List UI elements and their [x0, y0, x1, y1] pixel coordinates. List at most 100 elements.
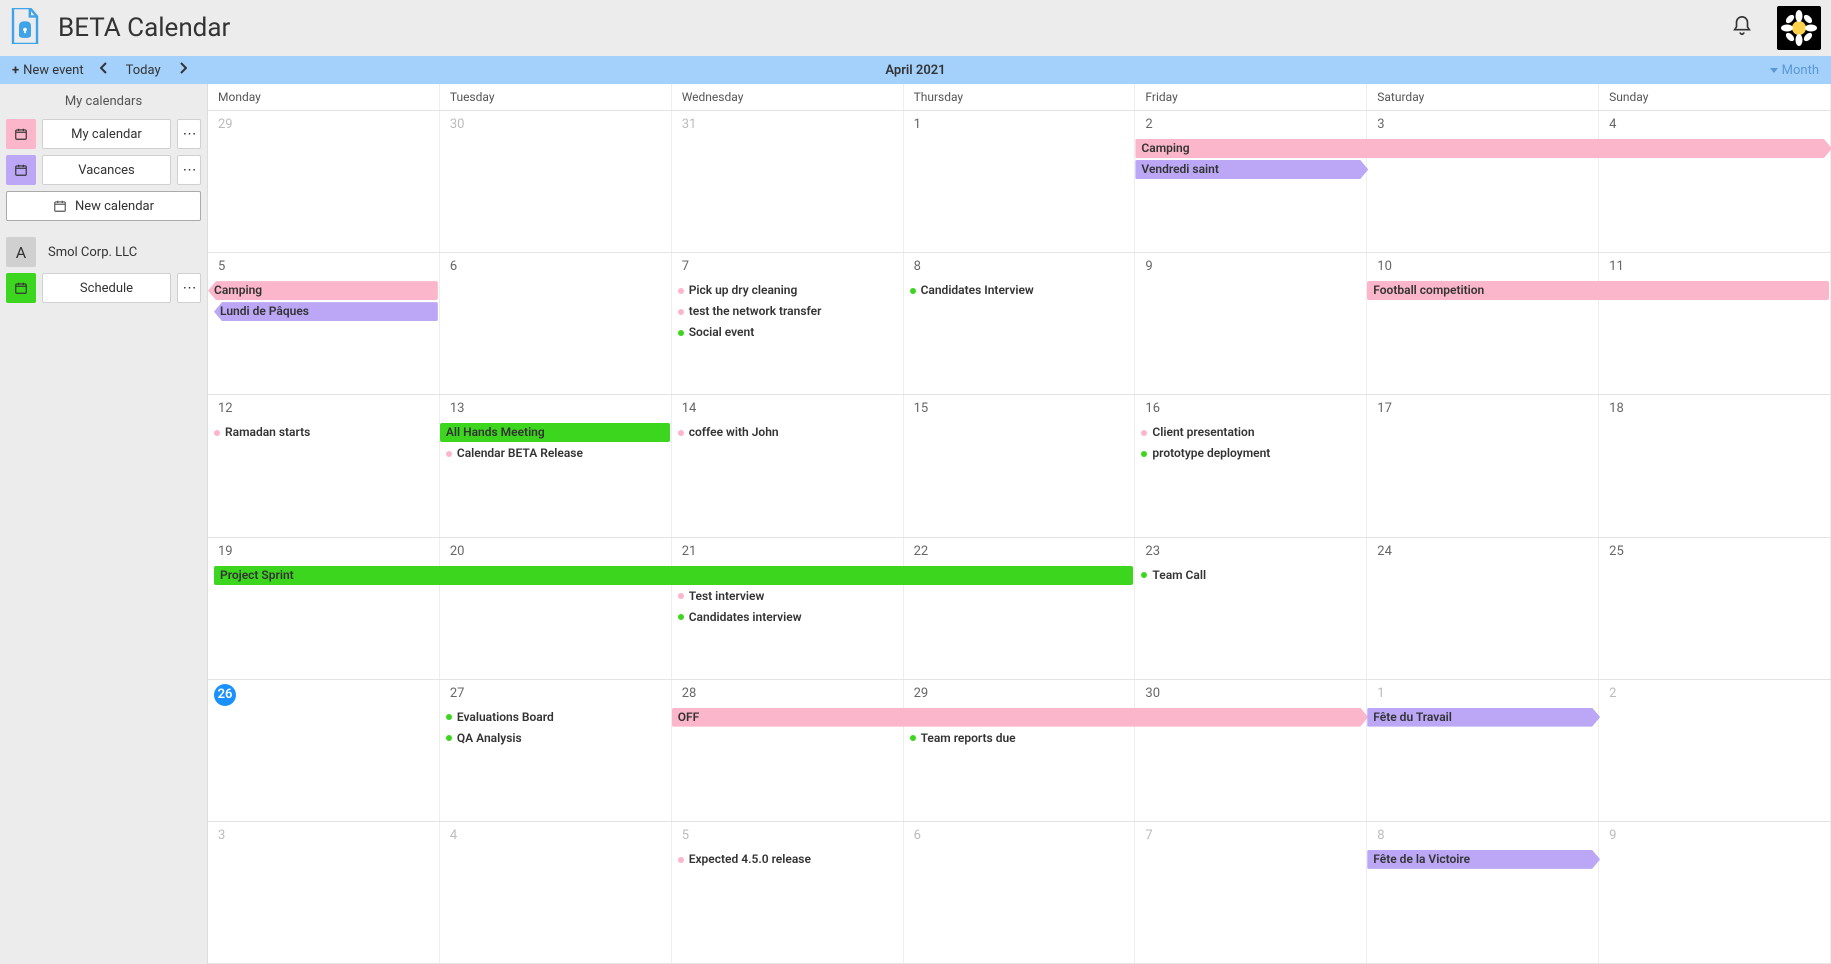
day-cell[interactable]: 15 — [904, 395, 1136, 536]
event-bar[interactable]: Project Sprint — [214, 566, 1133, 585]
event-dot[interactable]: Social event — [672, 323, 902, 342]
new-event-button[interactable]: + New event — [6, 63, 90, 78]
event-dot[interactable]: Team Call — [1135, 566, 1365, 585]
new-calendar-button[interactable]: New calendar — [6, 191, 201, 221]
day-cell[interactable]: 1 — [904, 111, 1136, 252]
notifications-icon[interactable] — [1731, 15, 1753, 41]
calendar-add-icon — [53, 199, 67, 213]
day-cell[interactable]: 23 — [1135, 538, 1367, 679]
day-cell[interactable]: 20 — [440, 538, 672, 679]
day-cell[interactable]: 3 — [208, 822, 440, 963]
day-number: 7 — [1145, 828, 1152, 843]
day-number: 28 — [682, 686, 697, 701]
event-dot[interactable]: Candidates Interview — [904, 281, 1134, 300]
day-number: 1 — [914, 117, 921, 132]
next-button[interactable] — [169, 62, 197, 78]
day-number: 22 — [914, 544, 929, 559]
event-bar[interactable]: OFF — [672, 708, 1369, 727]
avatar[interactable] — [1777, 6, 1821, 50]
event-dot[interactable]: Ramadan starts — [208, 423, 438, 442]
day-cell[interactable]: 6 — [904, 822, 1136, 963]
view-switch[interactable]: Month — [1764, 63, 1825, 78]
day-cell[interactable]: 10 — [1367, 253, 1599, 394]
day-cell[interactable]: 14 — [672, 395, 904, 536]
day-cell[interactable]: 13 — [440, 395, 672, 536]
event-bar[interactable]: Fête de la Victoire — [1367, 850, 1600, 869]
event-dot[interactable]: coffee with John — [672, 423, 902, 442]
calendar-color-swatch[interactable] — [6, 155, 36, 185]
day-cell[interactable]: 31 — [672, 111, 904, 252]
day-cell[interactable]: 3 — [1367, 111, 1599, 252]
day-number: 13 — [450, 401, 465, 416]
day-cell[interactable]: 5 — [672, 822, 904, 963]
day-cell[interactable]: 9 — [1599, 822, 1831, 963]
day-header-cell: Thursday — [904, 84, 1136, 110]
today-button[interactable]: Today — [118, 63, 169, 78]
day-cell[interactable]: 26 — [208, 680, 440, 821]
sidebar: My calendars My calendar⋯Vacances⋯ New c… — [0, 84, 207, 964]
day-cell[interactable]: 12 — [208, 395, 440, 536]
event-dot[interactable]: QA Analysis — [440, 729, 670, 748]
calendar-name-button[interactable]: Schedule — [42, 273, 171, 303]
day-cell[interactable]: 8 — [1367, 822, 1599, 963]
event-dot[interactable]: Team reports due — [904, 729, 1134, 748]
event-bar[interactable]: Camping — [208, 281, 438, 300]
day-number: 30 — [1145, 686, 1160, 701]
event-bar[interactable]: Vendredi saint — [1135, 160, 1368, 179]
day-cell[interactable]: 19 — [208, 538, 440, 679]
calendar-menu-button[interactable]: ⋯ — [177, 155, 201, 185]
day-cell[interactable]: 4 — [1599, 111, 1831, 252]
event-bar[interactable]: Fête du Travail — [1367, 708, 1600, 727]
event-dot[interactable]: Test interview — [672, 587, 902, 606]
event-dot[interactable]: Client presentation — [1135, 423, 1365, 442]
day-cell[interactable]: 29 — [904, 680, 1136, 821]
calendar-color-swatch[interactable] — [6, 119, 36, 149]
event-dot[interactable]: Candidates interview — [672, 608, 902, 627]
day-number: 25 — [1609, 544, 1624, 559]
event-bar[interactable]: All Hands Meeting — [440, 423, 670, 442]
event-bar[interactable]: Camping — [1135, 139, 1831, 158]
day-cell[interactable]: 1 — [1367, 680, 1599, 821]
day-cell[interactable]: 2 — [1135, 111, 1367, 252]
day-cell[interactable]: 4 — [440, 822, 672, 963]
event-dot[interactable]: prototype deployment — [1135, 444, 1365, 463]
day-cell[interactable]: 22 — [904, 538, 1136, 679]
day-cell[interactable]: 8 — [904, 253, 1136, 394]
event-bar[interactable]: Lundi de Pâques — [214, 302, 438, 321]
day-cell[interactable]: 11 — [1599, 253, 1831, 394]
day-cell[interactable]: 5 — [208, 253, 440, 394]
day-number: 6 — [914, 828, 921, 843]
day-cell[interactable]: 9 — [1135, 253, 1367, 394]
day-cell[interactable]: 27 — [440, 680, 672, 821]
calendar-color-swatch[interactable] — [6, 273, 36, 303]
day-cell[interactable]: 30 — [1135, 680, 1367, 821]
day-number: 1 — [1377, 686, 1384, 701]
event-dot[interactable]: test the network transfer — [672, 302, 902, 321]
day-number: 5 — [682, 828, 689, 843]
calendar-menu-button[interactable]: ⋯ — [177, 273, 201, 303]
day-cell[interactable]: 25 — [1599, 538, 1831, 679]
day-cell[interactable]: 7 — [1135, 822, 1367, 963]
day-cell[interactable]: 2 — [1599, 680, 1831, 821]
day-cell[interactable]: 16 — [1135, 395, 1367, 536]
day-number: 24 — [1377, 544, 1392, 559]
event-dot[interactable]: Calendar BETA Release — [440, 444, 670, 463]
event-bar[interactable]: Football competition — [1367, 281, 1829, 300]
prev-button[interactable] — [90, 62, 118, 78]
day-cell[interactable]: 24 — [1367, 538, 1599, 679]
day-number: 9 — [1609, 828, 1616, 843]
event-dot[interactable]: Pick up dry cleaning — [672, 281, 902, 300]
week-row: 345 6 7 89 Expected 4.5.0 release Fête de la … — [208, 822, 1831, 964]
day-number: 2 — [1145, 117, 1152, 132]
day-cell[interactable]: 17 — [1367, 395, 1599, 536]
calendar-menu-button[interactable]: ⋯ — [177, 119, 201, 149]
day-cell[interactable]: 30 — [440, 111, 672, 252]
day-cell[interactable]: 6 — [440, 253, 672, 394]
day-cell[interactable]: 29 — [208, 111, 440, 252]
calendar-name-button[interactable]: My calendar — [42, 119, 171, 149]
day-cell[interactable]: 28 — [672, 680, 904, 821]
calendar-name-button[interactable]: Vacances — [42, 155, 171, 185]
event-dot[interactable]: Evaluations Board — [440, 708, 670, 727]
event-dot[interactable]: Expected 4.5.0 release — [672, 850, 902, 869]
day-cell[interactable]: 18 — [1599, 395, 1831, 536]
